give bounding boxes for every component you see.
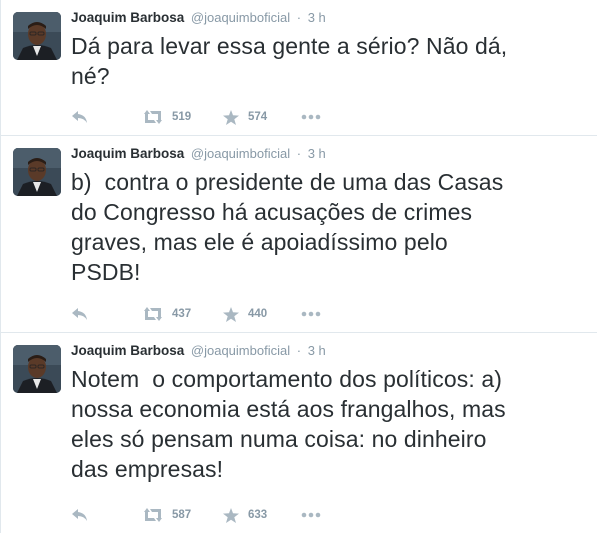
star-icon xyxy=(223,109,239,125)
author-username[interactable]: @joaquimboficial xyxy=(191,10,290,25)
avatar[interactable] xyxy=(13,148,61,196)
separator: · xyxy=(296,146,302,161)
timestamp[interactable]: 3 h xyxy=(308,10,326,25)
timestamp[interactable]: 3 h xyxy=(308,146,326,161)
avatar[interactable] xyxy=(13,12,61,60)
more-button[interactable] xyxy=(301,512,321,518)
favorite-button[interactable]: 440 xyxy=(223,306,301,322)
more-button[interactable] xyxy=(301,311,321,317)
tweet-text: b) contra o presidente de uma das Casas … xyxy=(71,169,504,285)
tweet-text: Notem o comportamento dos políticos: a) … xyxy=(71,366,506,482)
star-icon xyxy=(223,507,239,523)
favorite-count: 633 xyxy=(248,509,268,521)
reply-icon xyxy=(71,110,88,124)
avatar[interactable] xyxy=(13,345,61,393)
tweet-header: Joaquim Barbosa @joaquimboficial · 3 h xyxy=(71,9,585,27)
reply-icon xyxy=(71,307,88,321)
retweet-button[interactable]: 519 xyxy=(143,110,223,124)
more-icon xyxy=(301,311,321,317)
retweet-button[interactable]: 587 xyxy=(143,508,223,522)
timestamp[interactable]: 3 h xyxy=(308,343,326,358)
tweet[interactable]: Joaquim Barbosa @joaquimboficial · 3 h N… xyxy=(1,333,597,533)
tweet-actions: 587 633 xyxy=(71,503,321,527)
retweet-icon xyxy=(143,307,163,321)
retweet-icon xyxy=(143,110,163,124)
star-icon xyxy=(223,306,239,322)
author-name[interactable]: Joaquim Barbosa xyxy=(71,10,184,25)
tweet-header: Joaquim Barbosa @joaquimboficial · 3 h xyxy=(71,342,585,360)
retweet-button[interactable]: 437 xyxy=(143,307,223,321)
reply-button[interactable] xyxy=(71,307,143,321)
author-username[interactable]: @joaquimboficial xyxy=(191,146,290,161)
retweet-icon xyxy=(143,508,163,522)
tweet-header: Joaquim Barbosa @joaquimboficial · 3 h xyxy=(71,145,585,163)
retweet-count: 437 xyxy=(172,308,192,320)
favorite-count: 574 xyxy=(248,111,268,123)
more-icon xyxy=(301,512,321,518)
more-button[interactable] xyxy=(301,114,321,120)
favorite-count: 440 xyxy=(248,308,268,320)
reply-button[interactable] xyxy=(71,508,143,522)
tweet-text: Dá para levar essa gente a sério? Não dá… xyxy=(71,33,508,89)
tweet-feed: Joaquim Barbosa @joaquimboficial · 3 h D… xyxy=(0,0,597,533)
separator: · xyxy=(296,343,302,358)
separator: · xyxy=(296,10,302,25)
author-name[interactable]: Joaquim Barbosa xyxy=(71,146,184,161)
retweet-count: 587 xyxy=(172,509,192,521)
tweet-actions: 519 574 xyxy=(71,105,321,129)
tweet[interactable]: Joaquim Barbosa @joaquimboficial · 3 h b… xyxy=(1,136,597,333)
retweet-count: 519 xyxy=(172,111,192,123)
reply-button[interactable] xyxy=(71,110,143,124)
tweet[interactable]: Joaquim Barbosa @joaquimboficial · 3 h D… xyxy=(1,0,597,136)
favorite-button[interactable]: 574 xyxy=(223,109,301,125)
more-icon xyxy=(301,114,321,120)
author-name[interactable]: Joaquim Barbosa xyxy=(71,343,184,358)
reply-icon xyxy=(71,508,88,522)
favorite-button[interactable]: 633 xyxy=(223,507,301,523)
tweet-actions: 437 440 xyxy=(71,302,321,326)
author-username[interactable]: @joaquimboficial xyxy=(191,343,290,358)
